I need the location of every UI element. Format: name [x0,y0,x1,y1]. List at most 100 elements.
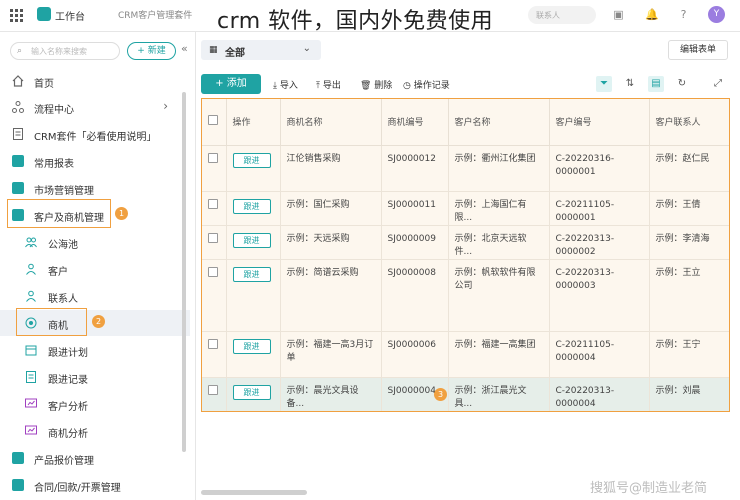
operation-log-button[interactable]: ◷ 操作记录 [403,78,450,91]
row-checkbox[interactable] [202,331,227,378]
sidebar-item-follow-plan[interactable]: 跟进计划 [0,337,190,363]
step-badge-2: 2 [92,315,105,328]
new-button[interactable]: + 新建 [127,42,176,60]
highlight-box-2 [16,308,87,336]
person-icon [26,263,36,275]
row-checkbox[interactable] [202,259,227,332]
delete-button[interactable]: 🗑 删除 [360,78,392,91]
avatar[interactable]: Y [708,6,725,23]
sidebar-item-follow-record[interactable]: 跟进记录 [0,364,190,390]
column-header[interactable]: 商机编号 [381,99,449,146]
add-button[interactable]: + 添加 [201,74,261,94]
clock-icon: ◷ [403,81,414,91]
edit-form-button[interactable]: 编辑表单 [668,40,728,60]
cell-customer-name: 示例：福建一高集团 [448,331,550,378]
top-bar: 工作台 CRM客户管理套件 crm 软件，国内外免费使用 联系人 ▣ 🔔 ? Y [0,0,740,34]
step-badge-1: 1 [115,207,128,220]
export-button[interactable]: ⤒ 导出 [316,78,341,91]
sidebar-item-label: 首页 [34,79,54,90]
table-row[interactable]: 跟进 示例：福建一高3月订单 SJ0000006 示例：福建一高集团 C-202… [202,331,729,378]
table-row[interactable]: 跟进 示例：简谱云采购 SJ0000008 示例：帆软软件有限公司 C-2022… [202,259,729,332]
column-header[interactable]: 客户名称 [448,99,550,146]
follow-up-button[interactable]: 跟进 [232,152,271,168]
sidebar-item-label: 产品报价管理 [34,456,94,467]
follow-up-button[interactable]: 跟进 [232,198,271,214]
export-label: 导出 [322,81,341,91]
table-row[interactable]: 跟进 江伦销售采购 SJ0000012 示例：衢州江化集团 C-20220316… [202,145,729,192]
follow-up-button[interactable]: 跟进 [232,232,271,248]
help-icon[interactable]: ? [677,8,690,21]
import-label: 导入 [279,81,298,91]
app-grid-icon[interactable] [10,9,24,23]
highlight-box-1 [7,199,111,228]
global-search-input[interactable]: 联系人 [528,6,596,24]
workbench-tab[interactable]: 工作台 [55,8,85,23]
sidebar-item-flow-center[interactable]: 流程中心 › [0,94,190,120]
cell-customer-name: 示例：北京天远软件... [448,225,550,260]
cell-customer-name: 示例：上海国仁有限... [448,191,550,226]
record-icon [26,371,36,383]
cell-customer-name: 示例：帆软软件有限公司 [448,259,550,332]
cell-opportunity-name: 示例：简谱云采购 [280,259,382,332]
follow-up-button[interactable]: 跟进 [232,338,271,354]
view-selector[interactable]: ▦ 全部 ⌄ [201,40,321,60]
sidebar-item-reports[interactable]: 常用报表 [0,148,190,174]
cell-contact: 示例：王立 [649,259,729,332]
column-header[interactable]: 商机名称 [280,99,382,146]
import-button[interactable]: ⤓ 导入 [273,78,298,91]
sidebar-item-label: 联系人 [48,294,78,305]
cell-opportunity-code: SJ0000011 [381,191,449,226]
folder-icon [12,479,24,491]
sidebar-item-crm-guide[interactable]: CRM套件「必看使用说明」 [0,121,190,147]
table-row[interactable]: 跟进 示例：天远采购 SJ0000009 示例：北京天远软件... C-2022… [202,225,729,260]
sidebar-item-label: CRM套件「必看使用说明」 [34,132,157,143]
sidebar-item-customer[interactable]: 客户 [0,256,190,282]
filter-icon[interactable]: ⏷ [596,76,612,92]
table-horizontal-scrollbar[interactable] [201,490,307,495]
row-checkbox[interactable] [202,191,227,226]
cell-opportunity-name: 示例：福建一高3月订单 [280,331,382,378]
sidebar-item-public-pool[interactable]: 公海池 [0,229,190,255]
sidebar-item-contact[interactable]: 联系人 [0,283,190,309]
screen-icon[interactable]: ▣ [612,8,625,21]
person-icon [26,290,36,302]
collapse-icon[interactable]: « [181,42,188,55]
view-mode-icon[interactable]: ▤ [648,76,664,92]
cell-customer-code: C-20220316-0000001 [549,145,650,192]
row-checkbox[interactable] [202,377,227,411]
table-row[interactable]: 跟进 示例：晨光文具设备... SJ0000004 示例：浙江晨光文具... C… [202,377,729,411]
refresh-icon[interactable]: ↻ [674,76,690,92]
sort-icon[interactable]: ⇅ [622,76,638,92]
row-checkbox[interactable] [202,145,227,192]
sidebar-item-home[interactable]: 首页 [0,68,190,94]
column-header[interactable]: 操作 [226,99,281,146]
sidebar-item-label: 跟进记录 [48,375,88,386]
cell-contact: 示例：王倩 [649,191,729,226]
cell-customer-code: C-20211105-0000004 [549,331,650,378]
cell-contact: 示例：刘晨 [649,377,729,411]
sidebar-item-customer-analysis[interactable]: 客户分析 [0,391,190,417]
sidebar-item-contract[interactable]: 合同/回款/开票管理 [0,472,190,498]
crm-suite-tab[interactable]: CRM客户管理套件 [118,8,192,21]
sidebar-item-product-quote[interactable]: 产品报价管理 [0,445,190,471]
sidebar-search-placeholder: 输入名称来搜索 [31,47,87,56]
cell-customer-code: C-20220313-0000004 [549,377,650,411]
fullscreen-icon[interactable]: ⤢ [710,76,726,92]
column-header[interactable]: 客户联系人 [649,99,729,146]
sidebar-search-input[interactable]: ⌕ 输入名称来搜索 [10,42,120,60]
row-checkbox[interactable] [202,225,227,260]
table-row[interactable]: 跟进 示例：国仁采购 SJ0000011 示例：上海国仁有限... C-2021… [202,191,729,226]
sidebar-scrollbar[interactable] [182,92,186,452]
cell-opportunity-code: SJ0000009 [381,225,449,260]
chart-icon [25,425,37,435]
opportunity-table: 操作 商机名称 商机编号 客户名称 客户编号 客户联系人 跟进 江伦销售采购 S… [201,98,730,412]
bell-icon[interactable]: 🔔 [645,8,659,21]
sidebar-item-opportunity-analysis[interactable]: 商机分析 [0,418,190,444]
select-all-checkbox[interactable] [202,99,227,146]
cell-customer-code: C-20220313-0000002 [549,225,650,260]
app-logo-icon [37,7,51,21]
follow-up-button[interactable]: 跟进 [232,266,271,282]
column-header[interactable]: 客户编号 [549,99,650,146]
sidebar-item-marketing[interactable]: 市场营销管理 [0,175,190,201]
follow-up-button[interactable]: 跟进 [232,384,271,400]
